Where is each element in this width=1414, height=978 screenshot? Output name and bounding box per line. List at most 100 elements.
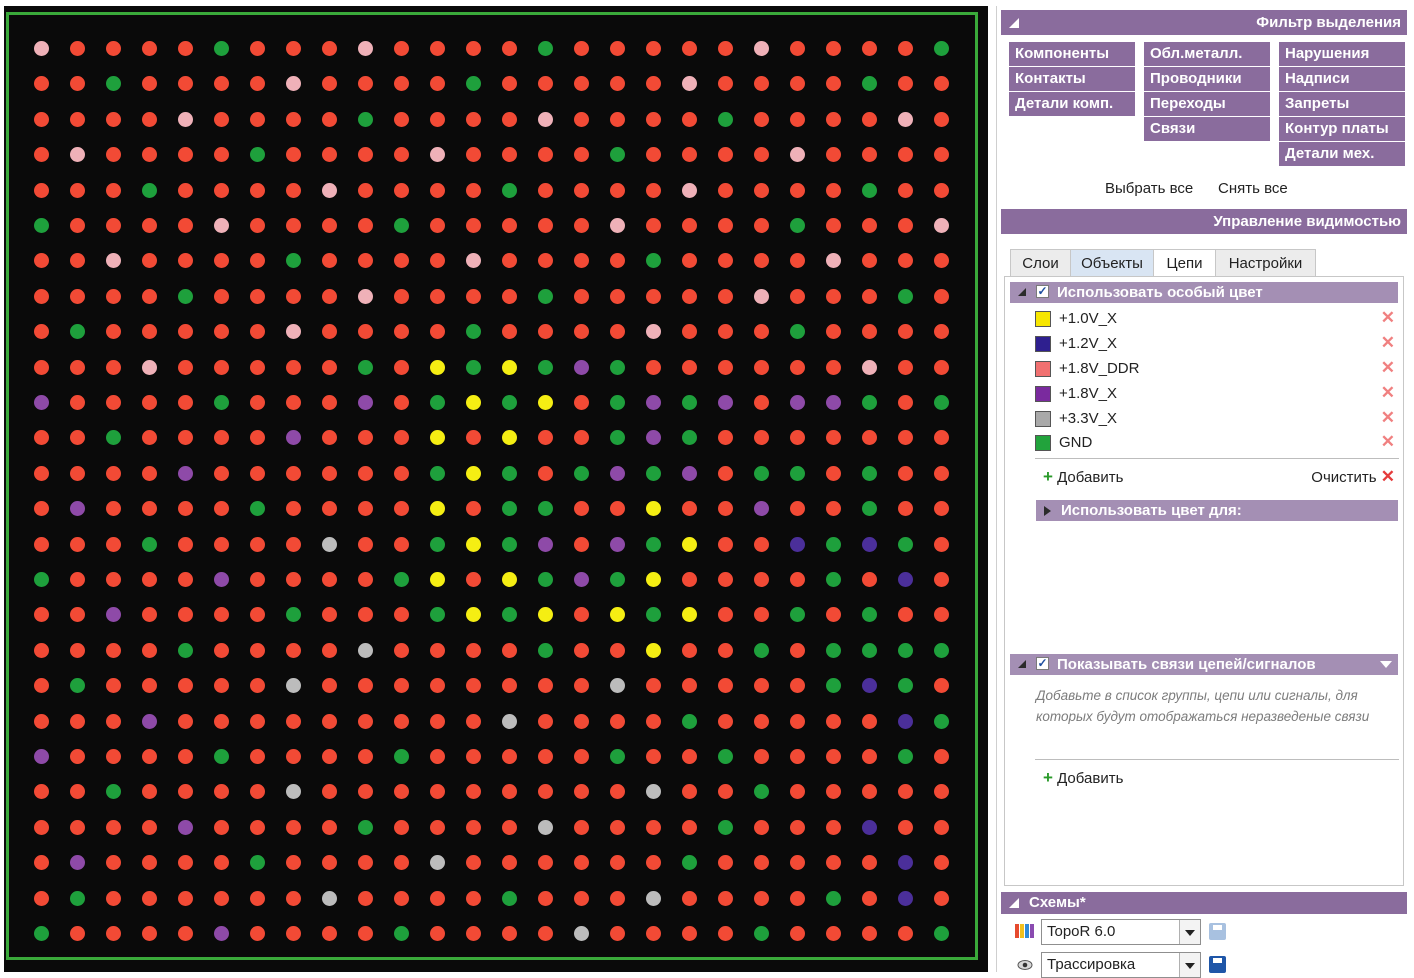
bga-pad[interactable] <box>358 890 373 906</box>
bga-pad[interactable] <box>430 111 445 127</box>
bga-pad[interactable] <box>934 819 949 835</box>
chevron-down-icon[interactable] <box>1179 920 1200 944</box>
bga-pad[interactable] <box>70 218 85 233</box>
bga-pad[interactable] <box>250 111 265 127</box>
bga-pad[interactable] <box>358 465 373 481</box>
bga-pad[interactable] <box>286 572 301 587</box>
pcb-board-view[interactable] <box>4 6 988 972</box>
bga-pad[interactable] <box>394 572 409 587</box>
bga-pad[interactable] <box>862 395 877 410</box>
bga-pad[interactable] <box>538 819 553 835</box>
bga-pad[interactable] <box>430 819 445 835</box>
bga-pad[interactable] <box>826 218 841 233</box>
bga-pad[interactable] <box>682 218 697 233</box>
bga-pad[interactable] <box>790 395 805 410</box>
bga-pad[interactable] <box>754 465 769 481</box>
bga-pad[interactable] <box>934 642 949 658</box>
bga-pad[interactable] <box>250 41 265 56</box>
bga-pad[interactable] <box>178 890 193 906</box>
show-connections-checkbox[interactable]: ✓ <box>1036 657 1049 670</box>
bga-pad[interactable] <box>214 218 229 233</box>
chevron-down-icon[interactable] <box>1179 953 1200 977</box>
bga-pad[interactable] <box>682 536 697 552</box>
bga-pad[interactable] <box>538 749 553 764</box>
bga-pad[interactable] <box>754 890 769 906</box>
bga-pad[interactable] <box>178 749 193 764</box>
bga-pad[interactable] <box>862 749 877 764</box>
bga-pad[interactable] <box>430 41 445 56</box>
bga-pad[interactable] <box>466 713 481 729</box>
bga-pad[interactable] <box>358 713 373 729</box>
bga-pad[interactable] <box>718 642 733 658</box>
bga-pad[interactable] <box>250 890 265 906</box>
bga-pad[interactable] <box>106 182 121 198</box>
bga-pad[interactable] <box>646 288 661 304</box>
bga-pad[interactable] <box>34 572 49 587</box>
bga-pad[interactable] <box>826 926 841 941</box>
bga-pad[interactable] <box>790 536 805 552</box>
bga-pad[interactable] <box>610 642 625 658</box>
bga-pad[interactable] <box>934 359 949 375</box>
bga-pad[interactable] <box>646 182 661 198</box>
bga-pad[interactable] <box>574 465 589 481</box>
bga-pad[interactable] <box>754 41 769 56</box>
filter-vias-button[interactable]: Переходы <box>1144 92 1270 116</box>
bga-pad[interactable] <box>70 572 85 587</box>
bga-pad[interactable] <box>682 819 697 835</box>
bga-pad[interactable] <box>790 288 805 304</box>
bga-pad[interactable] <box>502 111 517 127</box>
bga-pad[interactable] <box>538 926 553 941</box>
net-color-swatch[interactable] <box>1035 411 1051 427</box>
bga-pad[interactable] <box>142 395 157 410</box>
bga-pad[interactable] <box>430 359 445 375</box>
bga-pad[interactable] <box>502 182 517 198</box>
bga-pad[interactable] <box>286 111 301 127</box>
bga-pad[interactable] <box>214 642 229 658</box>
bga-pad[interactable] <box>466 926 481 941</box>
bga-pad[interactable] <box>898 749 913 764</box>
bga-pad[interactable] <box>214 395 229 410</box>
bga-pad[interactable] <box>358 41 373 56</box>
tab-objects[interactable]: Объекты <box>1070 249 1154 277</box>
bga-pad[interactable] <box>142 41 157 56</box>
bga-pad[interactable] <box>934 288 949 304</box>
bga-pad[interactable] <box>430 890 445 906</box>
bga-pad[interactable] <box>826 288 841 304</box>
bga-pad[interactable] <box>178 288 193 304</box>
bga-pad[interactable] <box>862 218 877 233</box>
bga-pad[interactable] <box>286 749 301 764</box>
bga-pad[interactable] <box>430 713 445 729</box>
bga-pad[interactable] <box>898 218 913 233</box>
bga-pad[interactable] <box>826 41 841 56</box>
bga-pad[interactable] <box>754 359 769 375</box>
bga-pad[interactable] <box>430 572 445 587</box>
bga-pad[interactable] <box>214 288 229 304</box>
bga-pad[interactable] <box>322 288 337 304</box>
bga-pad[interactable] <box>898 359 913 375</box>
bga-pad[interactable] <box>934 572 949 587</box>
bga-pad[interactable] <box>610 749 625 764</box>
bga-pad[interactable] <box>322 41 337 56</box>
bga-pad[interactable] <box>682 713 697 729</box>
bga-pad[interactable] <box>430 182 445 198</box>
remove-net-icon[interactable]: ✕ <box>1381 408 1395 428</box>
bga-pad[interactable] <box>178 395 193 410</box>
bga-pad[interactable] <box>142 926 157 941</box>
bga-pad[interactable] <box>790 218 805 233</box>
bga-pad[interactable] <box>682 111 697 127</box>
bga-pad[interactable] <box>34 41 49 56</box>
bga-pad[interactable] <box>754 288 769 304</box>
bga-pad[interactable] <box>394 288 409 304</box>
clear-nets-button[interactable]: Очистить ✕ <box>1311 467 1395 487</box>
bga-pad[interactable] <box>142 182 157 198</box>
bga-pad[interactable] <box>322 182 337 198</box>
bga-pad[interactable] <box>394 359 409 375</box>
bga-pad[interactable] <box>682 41 697 56</box>
bga-pad[interactable] <box>718 713 733 729</box>
bga-pad[interactable] <box>142 749 157 764</box>
bga-pad[interactable] <box>70 749 85 764</box>
bga-pad[interactable] <box>898 926 913 941</box>
bga-pad[interactable] <box>610 926 625 941</box>
bga-pad[interactable] <box>358 182 373 198</box>
bga-pad[interactable] <box>826 819 841 835</box>
